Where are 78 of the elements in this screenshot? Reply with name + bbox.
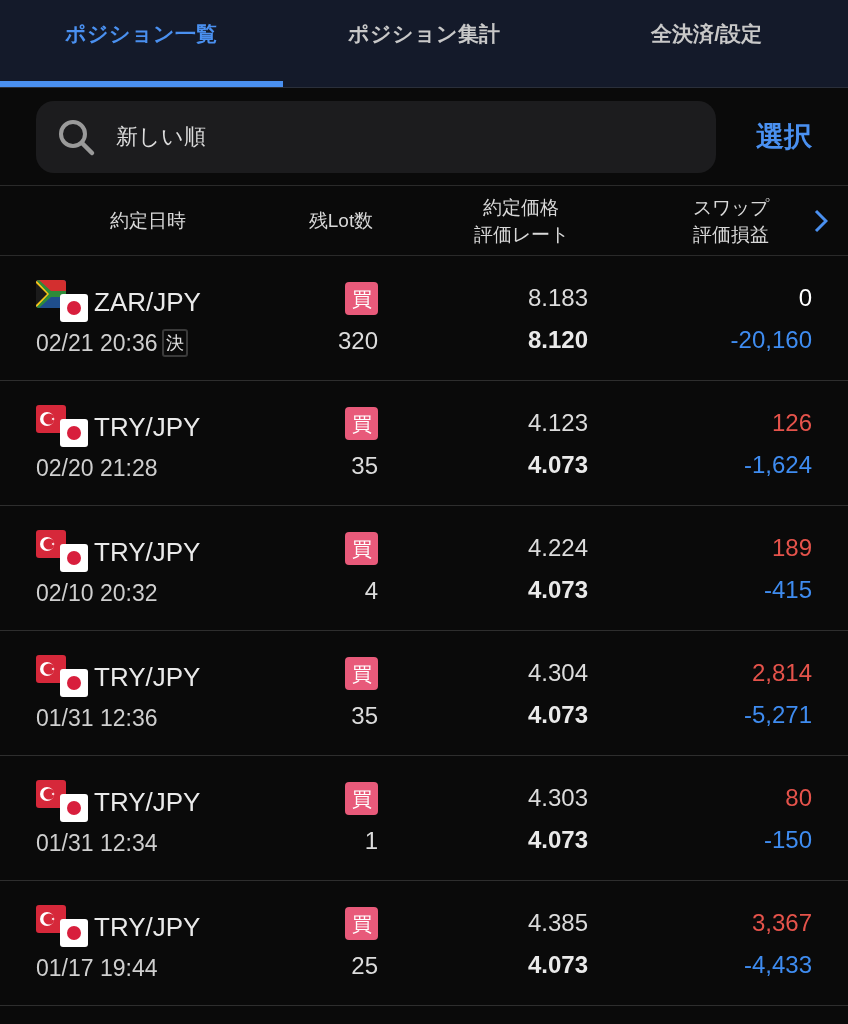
lot-count: 35 <box>351 701 378 731</box>
trade-price: 4.224 <box>527 533 588 563</box>
lot-count: 320 <box>337 326 378 356</box>
lot-count: 4 <box>364 576 378 606</box>
trade-price: 4.304 <box>527 658 588 688</box>
flag-icon <box>60 294 88 322</box>
flag-icon <box>36 780 66 808</box>
valuation-rate: 8.120 <box>527 325 588 355</box>
buy-badge: 買 <box>345 782 378 815</box>
trade-price: 4.303 <box>527 783 588 813</box>
trade-datetime: 02/20 21:28 <box>36 454 158 483</box>
flag-icon <box>60 419 88 447</box>
currency-pair: TRY/JPY <box>94 411 201 443</box>
profit-loss: -20,160 <box>730 325 812 355</box>
buy-badge: 買 <box>345 532 378 565</box>
lot-count: 35 <box>351 451 378 481</box>
valuation-rate: 4.073 <box>527 575 588 605</box>
buy-badge: 買 <box>345 907 378 940</box>
buy-badge: 買 <box>345 657 378 690</box>
flag-icon <box>60 919 88 947</box>
swap-value: 189 <box>771 533 812 563</box>
position-row[interactable]: TRY/JPY 02/10 20:32 買 4 4.224 4.073 189 -415 <box>0 506 848 631</box>
trade-price: 8.183 <box>527 283 588 313</box>
swap-value: 3,367 <box>751 908 812 938</box>
currency-pair: TRY/JPY <box>94 786 201 818</box>
column-header: 約定価格 評価レート <box>472 195 570 247</box>
swap-value: 2,814 <box>751 658 812 688</box>
valuation-rate: 4.073 <box>527 950 588 980</box>
position-row[interactable]: TRY/JPY 01/31 12:36 買 35 4.304 4.073 2,814 -5,271 <box>0 631 848 756</box>
flag-icon <box>36 405 66 433</box>
flag-icon <box>36 905 66 933</box>
sort-field[interactable]: 新しい順 <box>36 100 716 173</box>
profit-loss: -5,271 <box>743 700 812 730</box>
valuation-rate: 4.073 <box>527 825 588 855</box>
chevron-right-icon[interactable] <box>814 208 828 233</box>
tab[interactable]: ポジション一覧 <box>0 0 283 87</box>
column-header: スワップ 評価損益 <box>692 195 771 247</box>
currency-pair: TRY/JPY <box>94 661 201 693</box>
flag-icon <box>60 669 88 697</box>
position-row[interactable]: TRY/JPY 01/17 19:44 買 25 4.385 4.073 3,367 -4,433 <box>0 881 848 1006</box>
buy-badge: 買 <box>345 282 378 315</box>
trade-datetime: 01/31 12:36 <box>36 704 158 733</box>
swap-value: 0 <box>798 283 812 313</box>
tab[interactable]: 全決済/設定 <box>565 0 848 87</box>
swap-value: 126 <box>771 408 812 438</box>
currency-pair: TRY/JPY <box>94 536 201 568</box>
currency-pair: TRY/JPY <box>94 911 201 943</box>
trade-datetime: 02/10 20:32 <box>36 579 158 608</box>
valuation-rate: 4.073 <box>527 700 588 730</box>
position-row[interactable]: TRY/JPY 02/20 21:28 買 35 4.123 4.073 126 -1,624 <box>0 381 848 506</box>
trade-price: 4.385 <box>527 908 588 938</box>
trade-datetime: 01/31 12:34 <box>36 829 158 858</box>
tab[interactable]: ポジション集計 <box>282 0 566 87</box>
profit-loss: -415 <box>763 575 812 605</box>
position-row[interactable]: TRY/JPY 01/31 12:34 買 1 4.303 4.073 80 -150 <box>0 756 848 881</box>
column-header: 残Lot数 <box>307 209 375 233</box>
profit-loss: -1,624 <box>743 450 812 480</box>
flag-icon <box>60 794 88 822</box>
buy-badge: 買 <box>345 407 378 440</box>
trade-datetime: 02/21 20:36 <box>36 329 158 358</box>
currency-pair: ZAR/JPY <box>94 286 201 318</box>
flag-icon <box>36 530 66 558</box>
profit-loss: -150 <box>763 825 812 855</box>
trade-price: 4.123 <box>527 408 588 438</box>
position-row[interactable]: ZAR/JPY 02/21 20:36 決 買 320 8.183 8.120 0 -20,160 <box>0 256 848 381</box>
lot-count: 25 <box>351 951 378 981</box>
flag-icon <box>36 655 66 683</box>
swap-value: 80 <box>785 783 812 813</box>
settle-badge: 決 <box>161 329 188 358</box>
select-button[interactable]: 選択 <box>756 115 812 158</box>
column-header: 約定日時 <box>109 209 187 233</box>
flag-icon <box>60 544 88 572</box>
flag-icon <box>36 280 66 308</box>
valuation-rate: 4.073 <box>527 450 588 480</box>
lot-count: 1 <box>364 826 378 856</box>
trade-datetime: 01/17 19:44 <box>36 954 158 983</box>
sort-value: 新しい順 <box>116 123 206 151</box>
profit-loss: -4,433 <box>743 950 812 980</box>
